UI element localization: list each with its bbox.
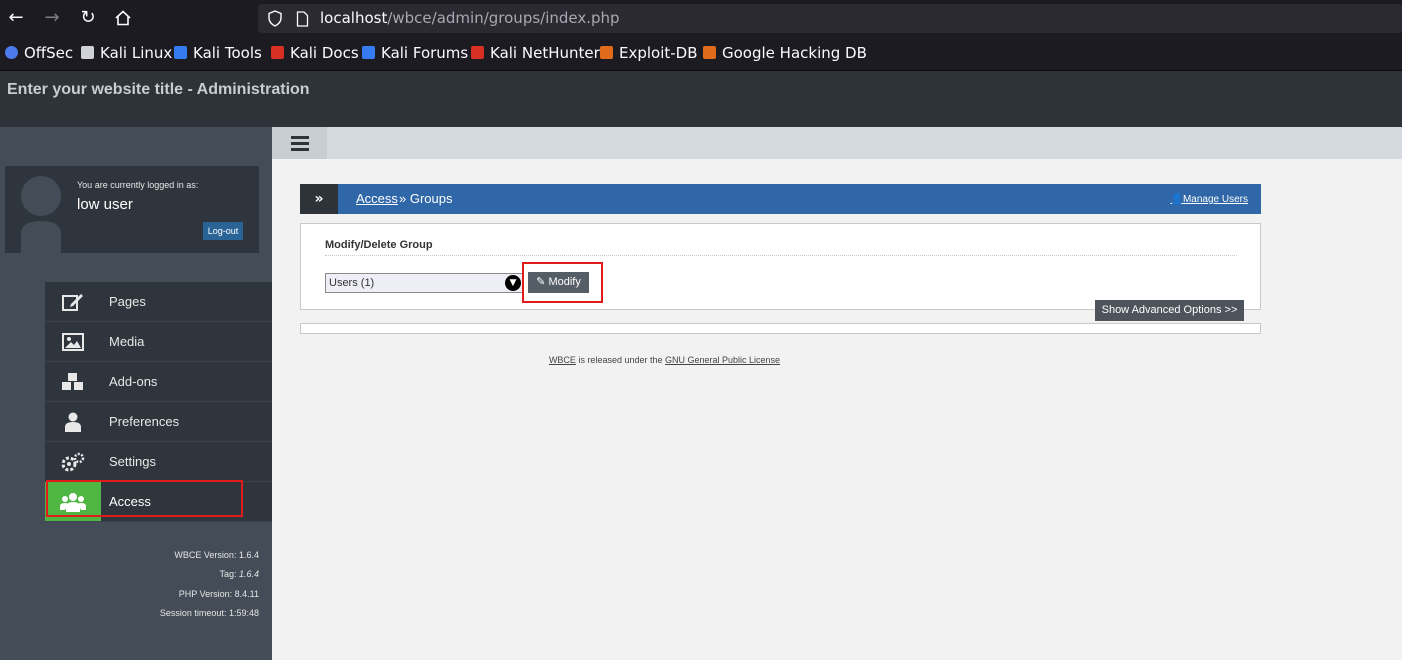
menu-label: Add-ons bbox=[109, 374, 158, 389]
exploit-db-icon bbox=[600, 46, 613, 59]
footer: WBCE is released under the GNU General P… bbox=[300, 355, 1029, 365]
shield-icon bbox=[267, 10, 283, 31]
url-host: localhost bbox=[320, 9, 388, 27]
menu-item-preferences[interactable]: Preferences bbox=[45, 402, 272, 442]
menu-label: Preferences bbox=[109, 414, 180, 429]
session-value: 1:59:48 bbox=[228, 608, 259, 618]
bookmark-kali-forums[interactable]: Kali Forums bbox=[362, 37, 468, 70]
home-icon[interactable] bbox=[111, 6, 135, 30]
cubes-icon bbox=[45, 362, 101, 401]
kali-tools-icon bbox=[174, 46, 187, 59]
edit-icon bbox=[45, 282, 101, 321]
forward-icon[interactable]: → bbox=[40, 6, 64, 30]
bookmark-kali-docs[interactable]: Kali Docs bbox=[271, 37, 359, 70]
php-version: PHP Version: 8.4.11 bbox=[179, 589, 259, 599]
menu-label: Settings bbox=[109, 454, 156, 469]
site-header: Enter your website title - Administratio… bbox=[0, 71, 1402, 127]
php-value: 8.4.11 bbox=[234, 589, 259, 599]
page-icon bbox=[296, 11, 309, 31]
menu-item-settings[interactable]: Settings bbox=[45, 442, 272, 482]
group-select-value: Users (1) bbox=[329, 277, 375, 289]
url-text: localhost/wbce/admin/groups/index.php bbox=[320, 4, 620, 33]
chevron-down-icon: ▼ bbox=[505, 275, 521, 291]
menu-item-pages[interactable]: Pages bbox=[45, 282, 272, 322]
panel-divider bbox=[325, 255, 1237, 256]
bookmark-label: Kali Linux bbox=[100, 44, 173, 62]
browser-toolbar: ← → ↻ localhost/wbce/admin/groups/index.… bbox=[0, 0, 1402, 37]
double-chevron-right-icon: » bbox=[300, 184, 338, 214]
tag-value: 1.6.4 bbox=[238, 569, 259, 579]
site-title: Enter your website title - Administratio… bbox=[7, 81, 310, 98]
version-label: WBCE Version: bbox=[174, 550, 237, 560]
bookmark-label: Kali Forums bbox=[381, 44, 469, 62]
bookmark-offsec[interactable]: OffSec bbox=[5, 37, 73, 70]
session-label: Session timeout: bbox=[159, 608, 227, 618]
gears-icon bbox=[45, 442, 101, 481]
url-bar[interactable]: localhost/wbce/admin/groups/index.php bbox=[258, 4, 1402, 33]
modify-group-panel: Modify/Delete Group Users (1) ▼ ✎ Modify bbox=[300, 223, 1261, 310]
modify-highlight-box bbox=[522, 262, 603, 303]
breadcrumb: » Access » Groups 👤Manage Users bbox=[300, 184, 1261, 214]
hamburger-menu-icon[interactable] bbox=[272, 127, 327, 159]
php-label: PHP Version: bbox=[178, 589, 233, 599]
kali-forums-icon bbox=[362, 46, 375, 59]
session-timeout: Session timeout: 1:59:48 bbox=[160, 608, 259, 618]
tag-version: Tag: 1.6.4 bbox=[219, 569, 259, 579]
main-topbar bbox=[272, 127, 1402, 159]
tag-label: Tag: bbox=[219, 569, 237, 579]
user-name: low user bbox=[77, 196, 133, 213]
sidebar: You are currently logged in as: low user… bbox=[0, 127, 272, 660]
manage-users-link[interactable]: 👤Manage Users bbox=[1171, 184, 1248, 216]
user-box: You are currently logged in as: low user… bbox=[5, 166, 259, 253]
avatar bbox=[20, 176, 62, 253]
gpl-link[interactable]: GNU General Public License bbox=[665, 355, 780, 365]
url-path: /wbce/admin/groups/index.php bbox=[387, 9, 620, 27]
version-value: 1.6.4 bbox=[238, 550, 259, 560]
wbce-link[interactable]: WBCE bbox=[549, 355, 576, 365]
logged-in-label: You are currently logged in as: bbox=[77, 180, 199, 190]
ghdb-icon bbox=[703, 46, 716, 59]
breadcrumb-current: » Groups bbox=[399, 191, 453, 206]
menu-item-media[interactable]: Media bbox=[45, 322, 272, 362]
kali-nethunter-icon bbox=[471, 46, 484, 59]
group-select[interactable]: Users (1) ▼ bbox=[325, 273, 524, 293]
bookmarks-bar: OffSec Kali Linux Kali Tools Kali Docs K… bbox=[0, 37, 1402, 71]
bookmark-label: Exploit-DB bbox=[619, 44, 698, 62]
breadcrumb-access-link[interactable]: Access bbox=[356, 184, 398, 213]
bookmark-label: OffSec bbox=[24, 44, 74, 62]
bookmark-google-hacking-db[interactable]: Google Hacking DB bbox=[703, 37, 867, 70]
kali-docs-icon bbox=[271, 46, 284, 59]
offsec-icon bbox=[5, 46, 18, 59]
user-small-icon: 👤 bbox=[1170, 194, 1183, 205]
manage-users-label: Manage Users bbox=[1182, 194, 1248, 205]
bookmark-kali-tools[interactable]: Kali Tools bbox=[174, 37, 262, 70]
advanced-options-panel bbox=[300, 323, 1261, 334]
bookmark-label: Kali NetHunter bbox=[490, 44, 600, 62]
image-icon bbox=[45, 322, 101, 361]
kali-dragon-icon bbox=[81, 46, 94, 59]
access-highlight-box bbox=[46, 480, 243, 517]
bookmark-label: Kali Tools bbox=[193, 44, 262, 62]
bookmark-label: Kali Docs bbox=[290, 44, 359, 62]
bookmark-label: Google Hacking DB bbox=[722, 44, 867, 62]
menu-label: Pages bbox=[109, 294, 146, 309]
user-icon bbox=[45, 402, 101, 441]
menu-label: Media bbox=[109, 334, 145, 349]
bookmark-kali-linux[interactable]: Kali Linux bbox=[81, 37, 172, 70]
bookmark-exploit-db[interactable]: Exploit-DB bbox=[600, 37, 698, 70]
bookmark-kali-nethunter[interactable]: Kali NetHunter bbox=[471, 37, 600, 70]
reload-icon[interactable]: ↻ bbox=[76, 6, 100, 30]
footer-text: is released under the bbox=[575, 355, 665, 365]
wbce-version: WBCE Version: 1.6.4 bbox=[174, 550, 259, 560]
panel-title: Modify/Delete Group bbox=[325, 239, 433, 251]
logout-button[interactable]: Log-out bbox=[203, 222, 243, 240]
show-advanced-options-button[interactable]: Show Advanced Options >> bbox=[1095, 300, 1244, 321]
back-icon[interactable]: ← bbox=[4, 6, 28, 30]
menu-item-add-ons[interactable]: Add-ons bbox=[45, 362, 272, 402]
